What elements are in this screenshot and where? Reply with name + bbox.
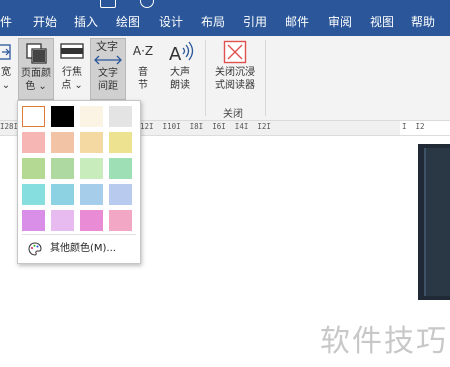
tab-draw[interactable]: 绘图: [116, 13, 140, 31]
text-spacing-icon-text: 文字: [96, 40, 118, 53]
text-spacing-button[interactable]: 文字 文字 间距: [90, 38, 126, 100]
document-image-inner: [424, 148, 450, 296]
text-spacing-icon: 文字: [91, 39, 125, 67]
tab-mailings[interactable]: 邮件: [285, 13, 309, 31]
ruler-numbers-right: I I2: [402, 122, 425, 131]
ribbon-group-separator-2: [265, 40, 266, 116]
page-color-dropdown: 其他颜色(M)...: [17, 100, 141, 264]
color-swatch[interactable]: [22, 132, 45, 153]
color-swatch[interactable]: [109, 184, 132, 205]
document-image: [418, 144, 450, 300]
syllables-label-2: 节: [138, 80, 148, 91]
more-colors-menu-item[interactable]: 其他颜色(M)...: [22, 239, 136, 259]
tab-help[interactable]: 帮助: [411, 13, 435, 31]
ribbon-tabs: 件 开始 插入 绘图 设计 布局 引用 邮件 审阅 视图 帮助: [0, 8, 450, 36]
color-swatch[interactable]: [80, 158, 103, 179]
close-immersive-reader-button[interactable]: 关闭沉浸 式阅读器: [210, 40, 260, 98]
tab-design[interactable]: 设计: [159, 13, 183, 31]
syllables-label: 音: [138, 67, 148, 78]
color-swatch[interactable]: [51, 158, 74, 179]
page-color-label-2: 色 ⌄: [25, 81, 47, 92]
title-bar: [0, 0, 450, 8]
column-width-button[interactable]: 宽 ⌄: [0, 40, 14, 96]
tab-layout[interactable]: 布局: [201, 13, 225, 31]
column-width-icon: [0, 44, 11, 60]
line-focus-button[interactable]: 行焦 点 ⌄: [57, 40, 87, 98]
color-swatch[interactable]: [109, 132, 132, 153]
more-colors-label: 其他颜色(M)...: [50, 243, 116, 254]
tab-home[interactable]: 开始: [33, 13, 57, 31]
svg-text:A: A: [169, 44, 182, 64]
column-width-chevron: ⌄: [1, 80, 11, 91]
color-swatch[interactable]: [51, 132, 74, 153]
color-swatch[interactable]: [109, 210, 132, 231]
read-aloud-button[interactable]: A 大声 朗读: [163, 40, 197, 98]
page-color-label: 页面颜: [21, 68, 51, 79]
read-aloud-label-2: 朗读: [170, 80, 190, 91]
ribbon-group-separator: [205, 40, 206, 116]
menu-divider: [22, 234, 136, 235]
color-swatch[interactable]: [109, 158, 132, 179]
line-focus-icon: [60, 43, 84, 59]
color-swatch[interactable]: [80, 184, 103, 205]
close-reader-label-2: 式阅读器: [215, 80, 255, 91]
color-swatch[interactable]: [22, 158, 45, 179]
group-label-close: 关闭: [223, 109, 243, 120]
color-swatch[interactable]: [51, 210, 74, 231]
tab-review[interactable]: 审阅: [328, 13, 352, 31]
text-spacing-label-2: 间距: [98, 81, 118, 92]
tab-view[interactable]: 视图: [370, 13, 394, 31]
line-focus-label: 行焦: [62, 67, 82, 78]
tab-insert[interactable]: 插入: [74, 13, 98, 31]
text-spacing-label: 文字: [98, 68, 118, 79]
quick-access-icon[interactable]: [100, 0, 116, 8]
tab-file[interactable]: 件: [0, 13, 12, 31]
color-swatch[interactable]: [51, 106, 74, 127]
color-swatch[interactable]: [22, 210, 45, 231]
color-swatch[interactable]: [80, 132, 103, 153]
color-swatch[interactable]: [80, 210, 103, 231]
watermark: 软件技巧: [320, 324, 448, 359]
close-icon: [223, 40, 247, 64]
read-aloud-label: 大声: [170, 67, 190, 78]
color-swatch[interactable]: [80, 106, 103, 127]
color-swatch[interactable]: [51, 184, 74, 205]
palette-icon: [28, 242, 42, 256]
color-swatch[interactable]: [109, 106, 132, 127]
syllables-icon: A·Z: [132, 44, 154, 58]
line-focus-label-2: 点 ⌄: [61, 80, 83, 91]
quick-access-redo-icon[interactable]: [140, 0, 154, 8]
color-swatch[interactable]: [22, 106, 45, 127]
double-arrow-icon: [94, 55, 122, 65]
page-color-icon: [26, 43, 47, 64]
column-width-label: 宽: [1, 67, 11, 78]
read-aloud-icon: A: [169, 41, 194, 64]
syllables-button[interactable]: A·Z 音 节: [128, 40, 158, 98]
close-reader-label: 关闭沉浸: [215, 67, 255, 78]
tab-references[interactable]: 引用: [243, 13, 267, 31]
color-swatch[interactable]: [22, 184, 45, 205]
page-color-button[interactable]: 页面颜 色 ⌄: [18, 38, 54, 100]
